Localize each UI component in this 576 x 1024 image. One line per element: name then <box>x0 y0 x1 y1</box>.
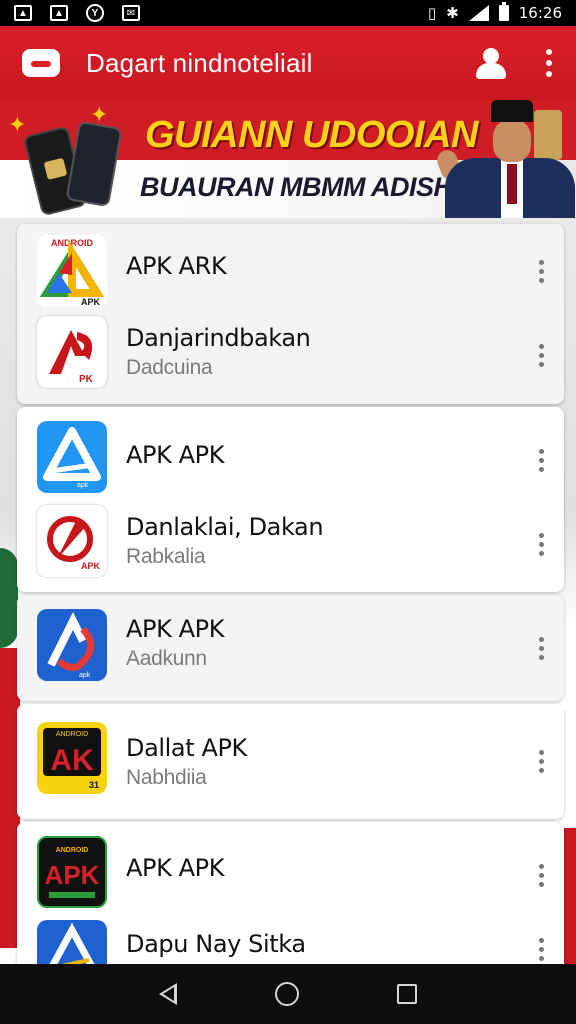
svg-text:apk: apk <box>79 672 91 679</box>
apk-red-swirl-icon: APK <box>37 505 107 577</box>
banner-subline: BUAURAN MBMM ADISH <box>140 172 453 202</box>
app-title: Dagart nindnoteliail <box>86 47 313 78</box>
list-item[interactable]: apk APK APK <box>17 417 564 499</box>
item-title: Danjarindbakan <box>126 324 311 352</box>
svg-text:APK: APK <box>81 297 101 307</box>
spark-icon: ✦ <box>90 102 109 127</box>
spark-icon: ✦ <box>8 112 27 137</box>
item-subtitle: Rabkalia <box>126 545 206 568</box>
apk-black-icon: ANDROID APK <box>37 836 107 908</box>
svg-text:APK: APK <box>81 561 101 571</box>
item-title: Dapu Nay Sitka <box>126 930 306 958</box>
app-card: apk APK APK APK Danlaklai, Dakan Rabkali… <box>17 407 564 592</box>
item-overflow-icon[interactable] <box>539 637 544 660</box>
account-icon[interactable] <box>474 46 508 80</box>
app-card: ANDROID APK APK ARK PK Danjarindbakan Da… <box>17 224 564 404</box>
home-icon[interactable] <box>275 982 299 1006</box>
wifi-icon <box>468 5 489 21</box>
item-overflow-icon[interactable] <box>539 533 544 556</box>
app-card: ANDROID AK 31 Dallat APK Nabhdiia <box>17 704 564 819</box>
svg-text:APK: APK <box>45 860 100 890</box>
list-item[interactable]: PK Danjarindbakan Dadcuina <box>17 314 564 400</box>
svg-text:PK: PK <box>79 374 94 385</box>
battery-icon <box>498 2 509 21</box>
svg-text:apk: apk <box>77 482 89 489</box>
apk-red-a-icon: PK <box>37 316 107 388</box>
list-item[interactable]: apk APK APK Aadkunn <box>17 607 564 689</box>
item-overflow-icon[interactable] <box>539 864 544 887</box>
app-card: ANDROID APK APK APK Dapu Nay Sitka <box>17 822 564 982</box>
phones-illustration <box>22 118 123 217</box>
status-time: 16:26 <box>518 4 562 22</box>
vibrate-icon: ▯ <box>427 5 437 22</box>
back-icon[interactable] <box>159 983 177 1005</box>
app-bar: Dagart nindnoteliail <box>0 26 576 100</box>
list-item[interactable]: ANDROID AK 31 Dallat APK Nabhdiia <box>17 720 564 802</box>
item-title: APK APK <box>126 615 225 643</box>
apk-blue-swirl-icon: apk <box>37 609 107 681</box>
yahoo-icon: Y <box>86 4 104 22</box>
list-item[interactable]: APK Danlaklai, Dakan Rabkalia <box>17 503 564 587</box>
overflow-menu-icon[interactable] <box>544 49 554 77</box>
app-logo-icon[interactable] <box>22 49 60 77</box>
item-overflow-icon[interactable] <box>539 750 544 773</box>
svg-text:ANDROID: ANDROID <box>56 847 89 854</box>
item-overflow-icon[interactable] <box>539 344 544 367</box>
list-item[interactable]: ANDROID APK APK ARK <box>17 230 564 312</box>
item-overflow-icon[interactable] <box>539 938 544 961</box>
recent-apps-icon[interactable] <box>397 984 417 1004</box>
svg-text:ANDROID: ANDROID <box>56 731 88 738</box>
banner-person-image <box>425 100 576 218</box>
item-title: APK ARK <box>126 252 227 280</box>
photo-icon: ▲ <box>14 5 32 21</box>
item-title: Danlaklai, Dakan <box>126 513 324 541</box>
item-subtitle: Dadcuina <box>126 356 213 379</box>
apk-blue-a-icon: apk <box>37 421 107 493</box>
gallery-icon: ▲ <box>50 5 68 21</box>
apk-triangle-icon: ANDROID APK <box>37 235 107 307</box>
bluetooth-icon: ✱ <box>446 5 459 22</box>
mail-icon: ✉ <box>122 5 140 21</box>
apk-yellow-icon: ANDROID AK 31 <box>37 722 107 794</box>
item-overflow-icon[interactable] <box>539 260 544 283</box>
status-bar: ▲ ▲ Y ✉ ▯ ✱ 16:26 <box>0 0 576 26</box>
list-item[interactable]: ANDROID APK APK APK <box>17 834 564 916</box>
app-card: apk APK APK Aadkunn <box>17 595 564 701</box>
svg-text:AK: AK <box>50 744 94 777</box>
item-subtitle: Aadkunn <box>126 647 207 670</box>
svg-text:31: 31 <box>89 780 99 790</box>
item-subtitle: Nabhdiia <box>126 766 207 789</box>
navigation-bar <box>0 964 576 1024</box>
item-overflow-icon[interactable] <box>539 449 544 472</box>
item-title: APK APK <box>126 441 225 469</box>
item-title: APK APK <box>126 854 225 882</box>
promo-banner[interactable]: ✦ ✦ GUIANN UDOOIAN BUAURAN MBMM ADISH <box>0 100 576 218</box>
item-title: Dallat APK <box>126 734 247 762</box>
